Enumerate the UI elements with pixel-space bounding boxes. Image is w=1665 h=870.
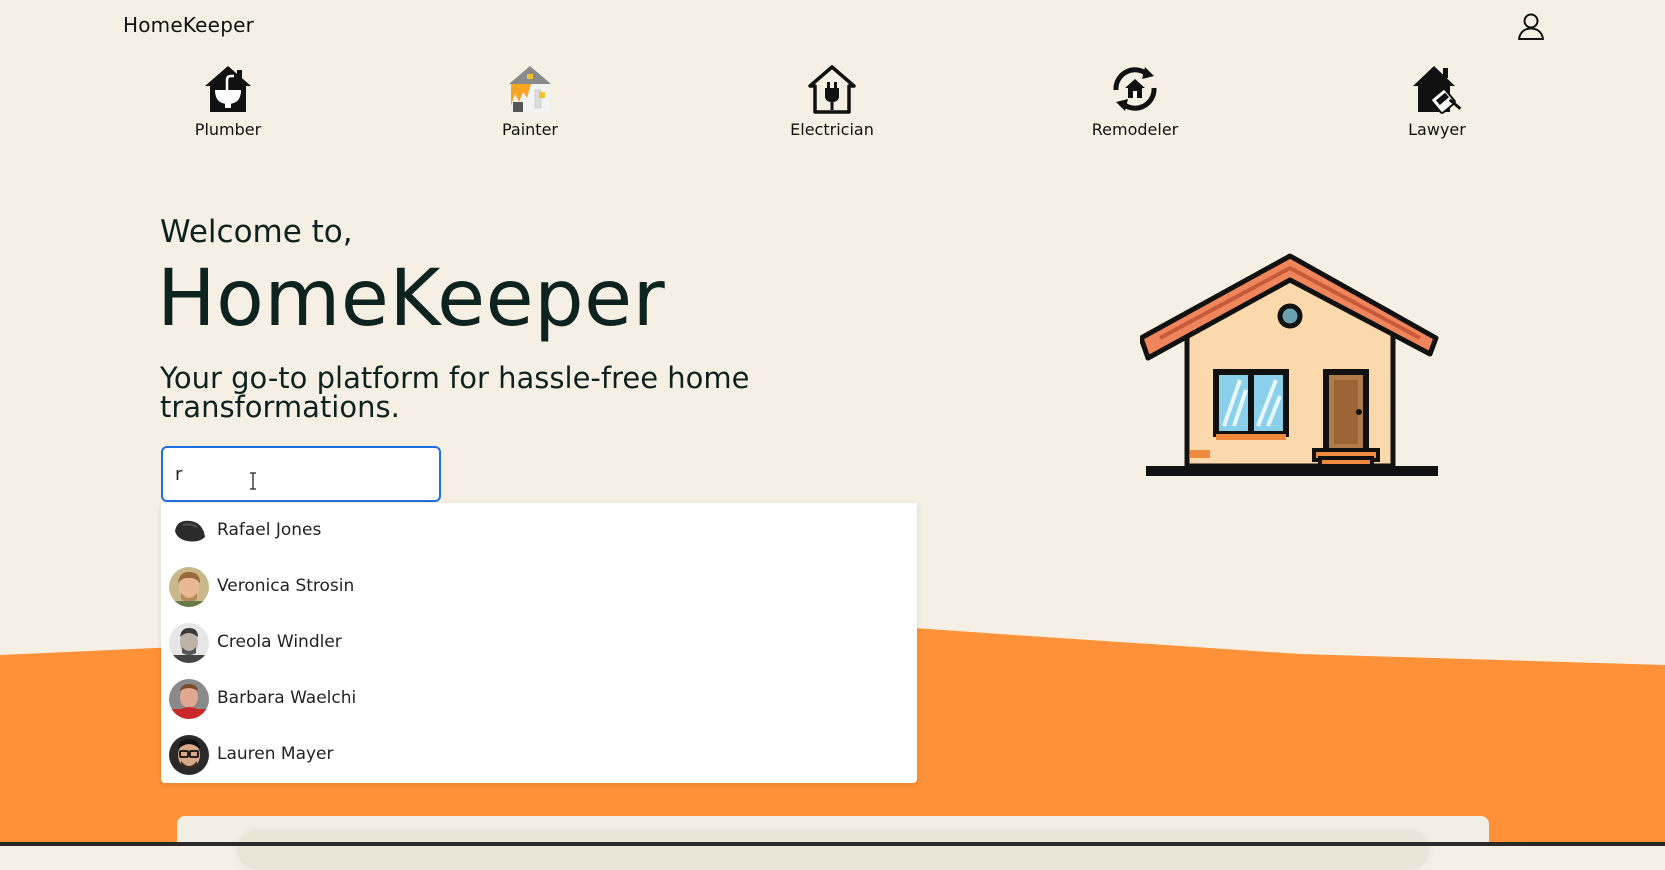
bottom-card-inner: [237, 830, 1429, 870]
painter-house-icon: [509, 66, 551, 112]
result-name: Rafael Jones: [217, 520, 322, 540]
lawyer-house-icon: [1413, 66, 1462, 114]
category-label: Electrician: [790, 120, 874, 139]
category-label: Plumber: [194, 120, 262, 139]
result-name: Veronica Strosin: [217, 576, 355, 596]
category-nav: Plumber Painter Electrician Remodeler La…: [0, 62, 1665, 152]
category-remodeler[interactable]: Remodeler: [1055, 62, 1215, 139]
avatar: [169, 623, 209, 663]
search-results-dropdown: Rafael Jones Veronica Strosin Creola Win…: [161, 503, 917, 783]
category-label: Remodeler: [1091, 120, 1179, 139]
plumber-house-icon: [205, 66, 251, 112]
result-item[interactable]: Rafael Jones: [161, 503, 917, 559]
electrician-house-icon: [808, 65, 856, 114]
search-input[interactable]: [161, 446, 441, 502]
avatar: [169, 679, 209, 719]
welcome-text: Welcome to,: [160, 214, 353, 250]
bottom-edge-strip: [0, 842, 1665, 846]
result-name: Creola Windler: [217, 632, 342, 652]
category-electrician[interactable]: Electrician: [752, 62, 912, 139]
category-label: Painter: [501, 120, 558, 139]
result-item[interactable]: Barbara Waelchi: [161, 671, 917, 727]
avatar: [169, 567, 209, 607]
avatar: [169, 735, 209, 775]
result-item[interactable]: Veronica Strosin: [161, 559, 917, 615]
category-label: Lawyer: [1408, 120, 1466, 139]
house-illustration: [1140, 253, 1439, 476]
category-lawyer[interactable]: Lawyer: [1357, 62, 1517, 139]
hero-tagline: Your go-to platform for hassle-free home…: [160, 361, 750, 424]
remodeler-refresh-icon: [1113, 67, 1157, 111]
category-painter[interactable]: Painter: [450, 62, 610, 139]
hero-title: HomeKeeper: [157, 254, 666, 344]
result-name: Lauren Mayer: [217, 744, 334, 764]
user-account-icon[interactable]: [1516, 11, 1546, 41]
brand-logo-text[interactable]: HomeKeeper: [123, 13, 254, 37]
result-name: Barbara Waelchi: [217, 688, 357, 708]
result-item[interactable]: Lauren Mayer: [161, 727, 917, 783]
result-item[interactable]: Creola Windler: [161, 615, 917, 671]
top-bar: HomeKeeper: [0, 0, 1665, 52]
category-plumber[interactable]: Plumber: [148, 62, 308, 139]
avatar: [169, 511, 209, 551]
